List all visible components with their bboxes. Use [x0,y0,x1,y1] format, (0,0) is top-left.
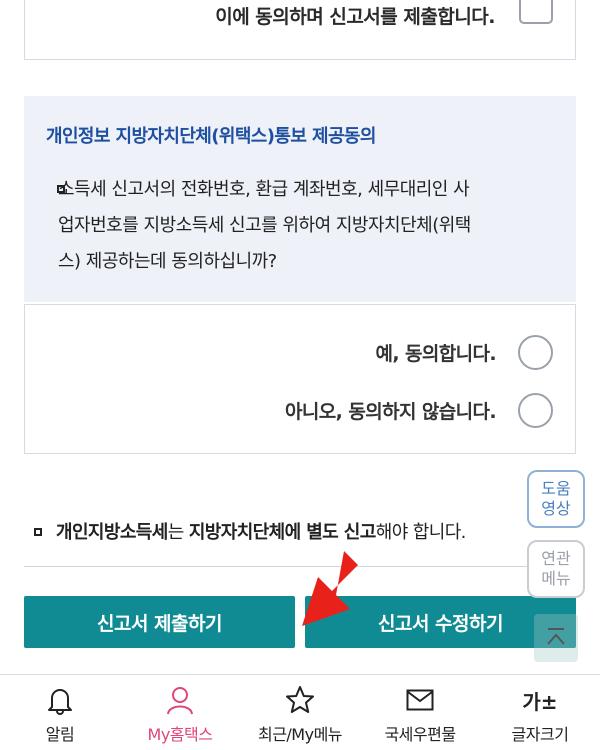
notice-text-1: 는 [167,522,189,543]
help-video-line-1: 도움 [541,479,571,498]
question-line-1: 소득세 신고서의 전화번호, 환급 계좌번호, 세무대리인 사 [58,179,470,200]
bullet-square-icon [34,528,42,536]
consent-options: 예, 동의합니다. 아니오, 동의하지 않습니다. [24,304,576,454]
scroll-top-button[interactable] [534,614,578,662]
star-icon [286,686,314,713]
bottom-nav: 알림 My홈택스 최근/My메뉴 국세우편물 가± 글자크기 [0,674,600,750]
nav-label-my-hometax: My홈택스 [147,725,213,744]
bell-icon [48,689,72,715]
option-disagree[interactable]: 아니오, 동의하지 않습니다. [285,392,553,428]
nav-item-recent-menu[interactable]: 최근/My메뉴 [240,675,360,750]
font-size-icon: 가± [522,689,558,714]
notice-bold-1: 개인지방소득세 [56,522,168,543]
related-menu-button[interactable]: 연관 메뉴 [527,540,585,598]
person-icon [167,687,193,715]
consent-box-top: 이에 동의하며 신고서를 제출합니다. [24,0,576,60]
help-video-line-2: 영상 [541,499,571,518]
privacy-consent-section: 개인정보 지방자치단체(위택스)통보 제공동의 소득세 신고서의 전화번호, 환… [24,96,576,302]
option-disagree-radio[interactable] [518,392,553,428]
related-menu-line-2: 메뉴 [541,569,571,588]
nav-item-my-hometax[interactable]: My홈택스 [120,675,240,750]
nav-item-alerts[interactable]: 알림 [0,675,120,750]
mail-icon [406,689,434,711]
option-agree-radio[interactable] [518,334,553,370]
related-menu-line-1: 연관 [541,549,571,568]
nav-item-font-size[interactable]: 가± 글자크기 [480,675,600,750]
help-video-button[interactable]: 도움 영상 [527,470,585,528]
consent-question: 소득세 신고서의 전화번호, 환급 계좌번호, 세무대리인 사 업자번호를 지방… [58,172,558,280]
option-agree[interactable]: 예, 동의합니다. [375,334,553,370]
section-title: 개인정보 지방자치단체(위택스)통보 제공동의 [46,126,376,147]
agree-submit-checkbox[interactable] [519,0,553,24]
notice-text-2: 해야 합니다. [375,522,467,543]
submit-return-button[interactable]: 신고서 제출하기 [24,596,295,648]
agree-submit-label: 이에 동의하며 신고서를 제출합니다. [215,6,495,28]
local-tax-notice: 개인지방소득세는 지방자치단체에 별도 신고해야 합니다. [34,518,466,544]
nav-label-recent-menu: 최근/My메뉴 [257,725,343,744]
nav-label-tax-mail: 국세우편물 [384,725,456,744]
chevron-up-icon [547,628,565,645]
nav-item-tax-mail[interactable]: 국세우편물 [360,675,480,750]
question-line-3: 스) 제공하는데 동의하십니까? [58,251,277,272]
notice-bold-2: 지방자치단체에 별도 신고 [188,522,377,543]
nav-label-alerts: 알림 [45,725,75,744]
option-disagree-label: 아니오, 동의하지 않습니다. [285,400,497,423]
question-line-2: 업자번호를 지방소득세 신고를 위하여 지방자치단체(위택 [58,215,471,236]
option-agree-label: 예, 동의합니다. [375,342,496,365]
red-arrow-icon [302,551,358,626]
nav-label-font-size: 글자크기 [511,725,569,744]
